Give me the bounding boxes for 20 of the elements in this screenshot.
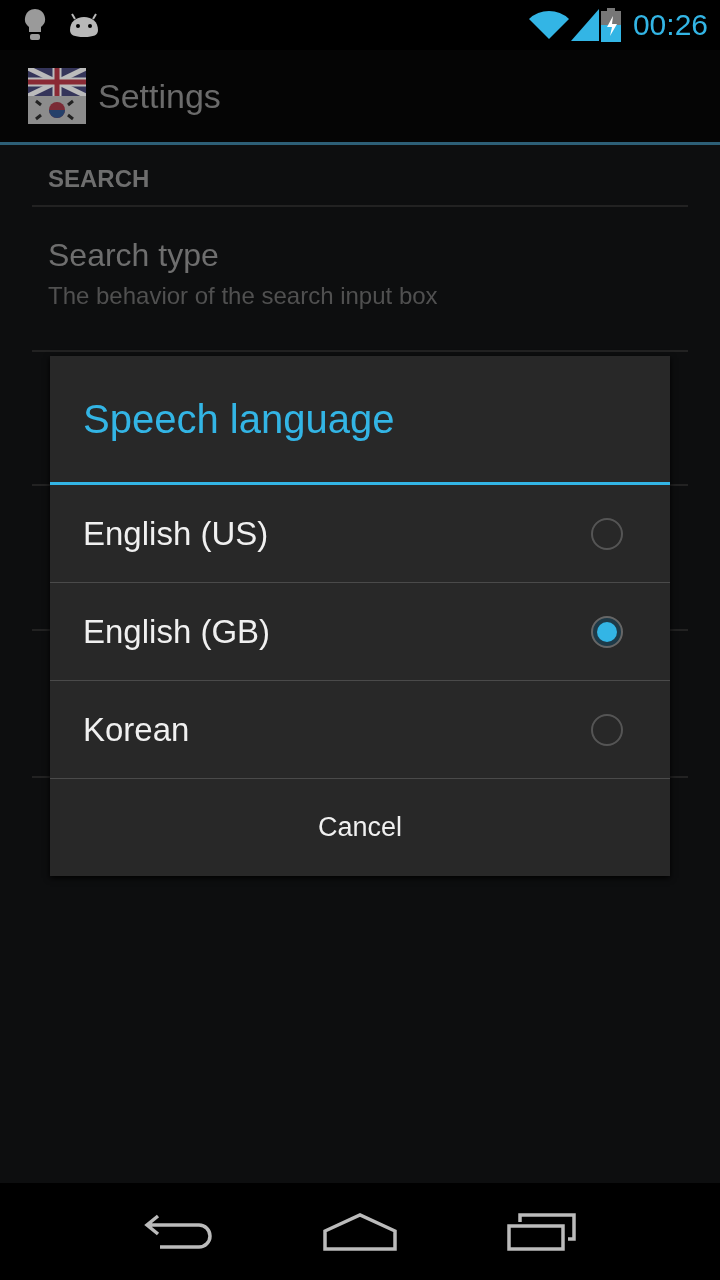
screen-title: Settings (98, 76, 221, 116)
radio-button[interactable] (591, 615, 623, 648)
lightbulb-icon (24, 8, 46, 42)
language-option[interactable]: English (GB) (50, 583, 670, 681)
clock-time: 00:26 (632, 8, 708, 42)
home-icon[interactable] (323, 1211, 397, 1252)
wifi-icon (528, 10, 569, 40)
radio-button[interactable] (591, 713, 623, 746)
cancel-button[interactable]: Cancel (50, 779, 670, 876)
battery-icon (600, 8, 621, 42)
language-option[interactable]: English (US) (50, 485, 670, 583)
app-icon (28, 68, 86, 124)
section-header: SEARCH (32, 145, 688, 207)
dialog-title: Speech language (50, 356, 670, 485)
signal-icon (570, 9, 599, 41)
setting-summary: The behavior of the search input box (48, 282, 439, 310)
recent-apps-icon[interactable] (505, 1211, 576, 1252)
setting-title: Search type (48, 237, 220, 274)
radio-button[interactable] (591, 517, 623, 550)
language-option[interactable]: Korean (50, 681, 670, 779)
